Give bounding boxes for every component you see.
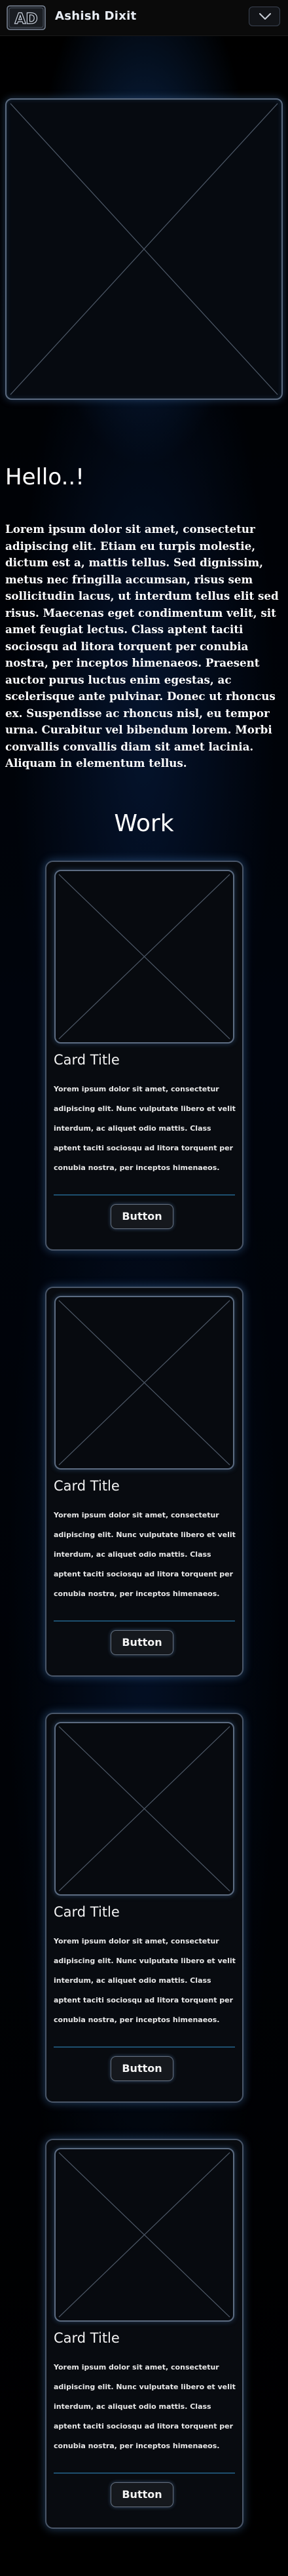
- logo[interactable]: AD: [7, 5, 46, 30]
- image-placeholder-icon: [58, 1726, 230, 1892]
- card-divider: [54, 1194, 235, 1196]
- card-button[interactable]: Button: [111, 1630, 173, 1655]
- hero-image: [5, 98, 283, 400]
- card-title: Card Title: [54, 1478, 120, 1494]
- card-image: [54, 1296, 234, 1470]
- brand-name[interactable]: Ashish Dixit: [55, 9, 137, 23]
- card-text: Yorem ipsum dolor sit amet, consectetur …: [54, 1511, 236, 1598]
- work-card: Card Title Yorem ipsum dolor sit amet, c…: [45, 2139, 243, 2529]
- card-divider: [54, 2472, 235, 2474]
- card-divider: [54, 2046, 235, 2048]
- image-placeholder-icon: [58, 1300, 230, 1466]
- image-placeholder-icon: [58, 2152, 230, 2318]
- card-button[interactable]: Button: [111, 1204, 173, 1229]
- card-text: Yorem ipsum dolor sit amet, consectetur …: [54, 2363, 236, 2450]
- navbar: AD Ashish Dixit: [0, 0, 288, 36]
- card-button[interactable]: Button: [111, 2482, 173, 2507]
- card-text: Yorem ipsum dolor sit amet, consectetur …: [54, 1937, 236, 2024]
- image-placeholder-icon: [10, 103, 278, 395]
- image-placeholder-icon: [58, 874, 230, 1040]
- work-card: Card Title Yorem ipsum dolor sit amet, c…: [45, 1713, 243, 2103]
- logo-icon: AD: [7, 5, 46, 30]
- card-image: [54, 870, 234, 1044]
- card-title: Card Title: [54, 1052, 120, 1068]
- greeting-heading: Hello..!: [5, 464, 84, 490]
- work-card: Card Title Yorem ipsum dolor sit amet, c…: [45, 1287, 243, 1677]
- work-heading: Work: [114, 810, 174, 837]
- card-image: [54, 2148, 234, 2322]
- chevron-down-icon: [259, 13, 271, 20]
- navbar-toggle-button[interactable]: [249, 7, 280, 26]
- card-title: Card Title: [54, 1904, 120, 1920]
- card-button[interactable]: Button: [111, 2056, 173, 2081]
- card-divider: [54, 1620, 235, 1622]
- logo-text: AD: [14, 11, 37, 28]
- card-text: Yorem ipsum dolor sit amet, consectetur …: [54, 1085, 236, 1172]
- card-title: Card Title: [54, 2330, 120, 2346]
- work-card: Card Title Yorem ipsum dolor sit amet, c…: [45, 861, 243, 1251]
- card-image: [54, 1722, 234, 1896]
- intro-paragraph: Lorem ipsum dolor sit amet, consectetur …: [5, 522, 279, 770]
